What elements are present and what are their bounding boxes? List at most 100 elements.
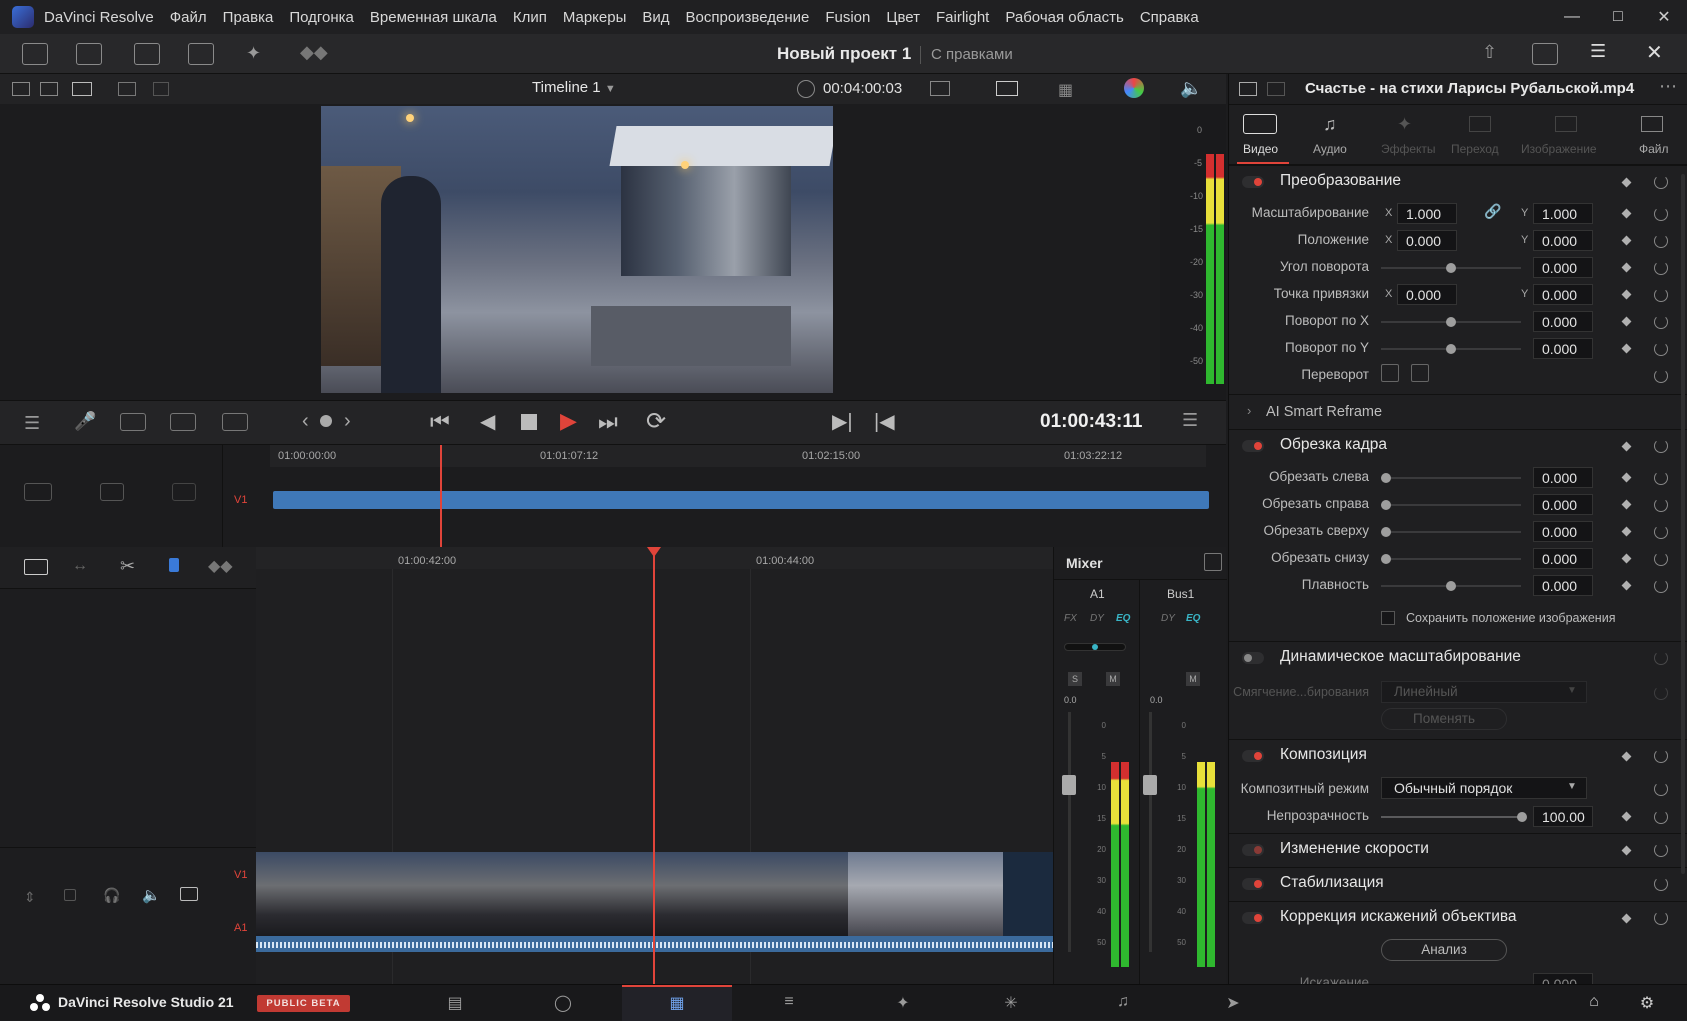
minimize-icon[interactable]: — xyxy=(1549,0,1595,34)
reset-icon[interactable] xyxy=(1654,369,1668,383)
poi-icon[interactable] xyxy=(120,413,146,431)
reset-icon[interactable] xyxy=(1654,651,1668,665)
color-wheel-icon[interactable] xyxy=(1124,78,1144,98)
mini-playhead[interactable] xyxy=(440,445,442,547)
reset-icon[interactable] xyxy=(1654,552,1668,566)
effects-tab-icon[interactable]: ✦ xyxy=(1397,114,1412,135)
reset-icon[interactable] xyxy=(1654,261,1668,275)
fullscreen-icon[interactable] xyxy=(1532,43,1558,65)
keyframe-icon[interactable] xyxy=(1621,441,1632,452)
keyframe-icon[interactable] xyxy=(1621,235,1632,246)
composite-enable-toggle[interactable] xyxy=(1242,750,1264,762)
lens-section-header[interactable]: Коррекция искажений объектива xyxy=(1229,901,1687,933)
marker-dot-icon[interactable] xyxy=(320,415,332,427)
list-icon[interactable] xyxy=(153,82,169,96)
position-y-field[interactable]: 0.000 xyxy=(1533,230,1593,251)
mini-clip-v1[interactable] xyxy=(273,491,1209,509)
audio-tab-icon[interactable]: ♫ xyxy=(1323,114,1337,135)
keyframe-icon[interactable] xyxy=(1621,208,1632,219)
reset-icon[interactable] xyxy=(1654,911,1668,925)
inspector-toggle-icon[interactable]: ✕ xyxy=(1646,40,1663,65)
slider-knob[interactable] xyxy=(1381,500,1391,510)
mark-in-icon[interactable]: ▶| xyxy=(832,409,853,434)
keyframe-icon[interactable] xyxy=(1621,913,1632,924)
menu-timeline[interactable]: Временная шкала xyxy=(370,9,497,26)
anchor-x-field[interactable]: 0.000 xyxy=(1397,284,1457,305)
crop-right-slider[interactable] xyxy=(1381,500,1521,510)
dynamic-zoom-toggle[interactable] xyxy=(1242,652,1264,664)
file-tab-icon[interactable] xyxy=(1641,116,1663,132)
keyframe-icon[interactable] xyxy=(1621,580,1632,591)
keyframe-icon[interactable] xyxy=(1621,289,1632,300)
yaw-slider[interactable] xyxy=(1381,344,1521,354)
crop-left-slider[interactable] xyxy=(1381,473,1521,483)
track-dest-icon[interactable] xyxy=(24,483,52,501)
slider-knob[interactable] xyxy=(1446,581,1456,591)
crop-left-field[interactable]: 0.000 xyxy=(1533,467,1593,488)
clip-thumbnail[interactable] xyxy=(848,852,1003,936)
layout-icon[interactable] xyxy=(12,82,30,96)
crop-bottom-slider[interactable] xyxy=(1381,554,1521,564)
transition-tab-icon[interactable] xyxy=(1469,116,1491,132)
home-icon[interactable]: ⌂ xyxy=(1583,993,1605,1011)
menu-clip[interactable]: Клип xyxy=(513,9,547,26)
solo-button[interactable]: S xyxy=(1068,672,1082,686)
speaker-track-icon[interactable]: 🔈 xyxy=(142,886,161,904)
reset-icon[interactable] xyxy=(1654,175,1668,189)
selection-mode-icon[interactable] xyxy=(24,559,48,575)
media-pool-icon[interactable] xyxy=(22,43,48,65)
go-to-end-icon[interactable]: ⏭ xyxy=(598,409,618,435)
mute-button[interactable]: M xyxy=(1106,672,1120,686)
zoom-fit-icon[interactable] xyxy=(930,81,950,96)
keyframe-icon[interactable] xyxy=(1621,499,1632,510)
softness-slider[interactable] xyxy=(1381,581,1521,591)
poi-add-icon[interactable] xyxy=(170,413,196,431)
overlay-icon[interactable] xyxy=(222,413,248,431)
rotation-field[interactable]: 0.000 xyxy=(1533,257,1593,278)
link-icon[interactable]: 🔗 xyxy=(1484,203,1501,220)
reset-icon[interactable] xyxy=(1654,686,1668,700)
reset-icon[interactable] xyxy=(1654,498,1668,512)
video-tab-icon[interactable] xyxy=(1243,114,1277,134)
speed-section-header[interactable]: Изменение скорости xyxy=(1229,833,1687,865)
grid-icon[interactable] xyxy=(118,82,136,96)
keyframe-icon[interactable] xyxy=(1621,316,1632,327)
bus-eq-label[interactable]: EQ xyxy=(1186,613,1200,624)
tab-video[interactable]: Видео xyxy=(1243,142,1278,156)
play-reverse-icon[interactable]: ◀ xyxy=(480,409,495,434)
mixer-toggle-icon[interactable]: ☰ xyxy=(1590,41,1606,62)
slider-knob[interactable] xyxy=(1381,554,1391,564)
transform-section-header[interactable]: Преобразование xyxy=(1229,165,1687,197)
headphones-icon[interactable]: 🎧 xyxy=(103,887,120,904)
menu-fairlight[interactable]: Fairlight xyxy=(936,9,989,26)
sync-bin-icon[interactable] xyxy=(76,43,102,65)
settings-gear-icon[interactable]: ⚙ xyxy=(1636,993,1658,1012)
timeline-area[interactable]: 01:00:42:00 01:00:44:00 xyxy=(256,547,1053,984)
menu-workspace[interactable]: Рабочая область xyxy=(1005,9,1123,26)
prev-marker-icon[interactable]: ‹ xyxy=(302,410,309,433)
track-audio-icon[interactable] xyxy=(172,483,196,501)
mini-ruler[interactable]: 01:00:00:00 01:01:07:12 01:02:15:00 01:0… xyxy=(270,445,1206,467)
tab-image[interactable]: Изображение xyxy=(1521,142,1597,156)
menu-fusion[interactable]: Fusion xyxy=(825,9,870,26)
mark-out-icon[interactable]: |◀ xyxy=(874,409,895,434)
keyframes-icon[interactable]: ◆◆ xyxy=(300,42,328,63)
edit-page-icon[interactable]: ▦ xyxy=(666,993,688,1012)
slider-knob[interactable] xyxy=(1446,344,1456,354)
hq-view-icon[interactable] xyxy=(996,81,1018,96)
microphone-icon[interactable]: 🎤 xyxy=(74,411,96,432)
clip-thumbnail[interactable] xyxy=(404,852,552,936)
keyframe-diamond-icon[interactable]: ◆◆ xyxy=(208,556,233,576)
speed-enable-toggle[interactable] xyxy=(1242,844,1264,856)
menu-view[interactable]: Вид xyxy=(642,9,669,26)
tools-icon[interactable]: ☰ xyxy=(24,413,40,434)
slider-knob[interactable] xyxy=(1381,527,1391,537)
cut-page-icon[interactable]: ◯ xyxy=(552,993,574,1012)
crop-top-field[interactable]: 0.000 xyxy=(1533,521,1593,542)
share-icon[interactable]: ⇧ xyxy=(1482,42,1497,63)
dynamic-zoom-header[interactable]: Динамическое масштабирование xyxy=(1229,641,1687,673)
retain-checkbox[interactable] xyxy=(1381,611,1395,625)
lock-icon[interactable] xyxy=(64,889,76,901)
timeline-playhead[interactable] xyxy=(653,547,655,984)
loop-icon[interactable]: ⟳ xyxy=(646,407,666,436)
